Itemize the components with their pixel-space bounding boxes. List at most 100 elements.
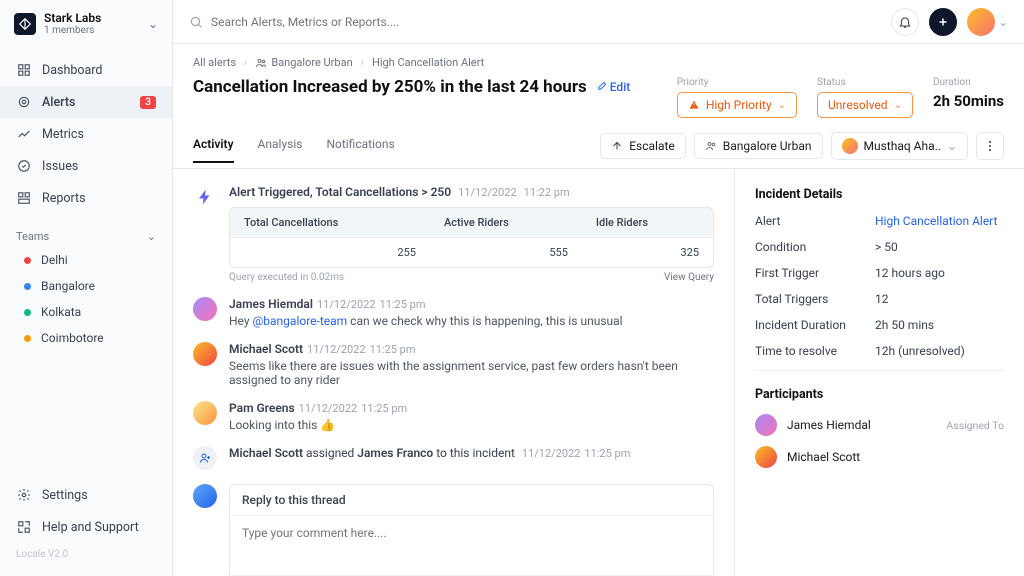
- priority-value: High Priority: [706, 98, 772, 112]
- nav-help[interactable]: Help and Support: [0, 511, 172, 543]
- org-subtitle: 1 members: [44, 25, 101, 36]
- mention-link[interactable]: @bangalore-team: [253, 314, 348, 328]
- team-label: Delhi: [41, 253, 68, 267]
- event-actor: Michael Scott: [229, 446, 303, 460]
- detail-value: 12 hours ago: [875, 266, 1004, 280]
- duration-label: Duration: [933, 77, 1004, 88]
- nav-settings[interactable]: Settings: [0, 479, 172, 511]
- avatar: [193, 297, 217, 321]
- tab-activity[interactable]: Activity: [193, 137, 234, 163]
- nav-issues[interactable]: Issues: [0, 150, 172, 182]
- create-button[interactable]: [929, 8, 957, 36]
- team-value: Bangalore Urban: [723, 139, 812, 153]
- comment-date: 11/12/2022: [307, 343, 366, 356]
- reply-composer: Reply to this thread ☺ SQL Resolve: [229, 484, 714, 576]
- chevron-down-icon: ⌄: [778, 100, 786, 111]
- nav-reports[interactable]: Reports: [0, 182, 172, 214]
- participant-role: Assigned To: [946, 419, 1004, 432]
- comment-time: 11:25 pm: [380, 298, 426, 311]
- profile-menu[interactable]: ⌄: [967, 8, 1008, 36]
- team-kolkata[interactable]: Kolkata: [0, 299, 172, 325]
- team-label: Kolkata: [41, 305, 81, 319]
- table-cell: 255: [230, 238, 430, 268]
- escalate-button[interactable]: Escalate: [600, 133, 686, 159]
- table-header: Active Riders: [430, 208, 582, 238]
- view-query-link[interactable]: View Query: [664, 272, 714, 283]
- user-add-icon: [193, 446, 217, 470]
- page-title: Cancellation Increased by 250% in the la…: [193, 77, 587, 97]
- priority-label: Priority: [677, 77, 797, 88]
- participant-name: James Hiemdal: [787, 418, 871, 432]
- comment-author: James Hiemdal: [229, 297, 313, 311]
- reply-textarea[interactable]: [230, 516, 713, 572]
- comment-author: Pam Greens: [229, 401, 295, 415]
- comment-time: 11:25 pm: [361, 402, 407, 415]
- more-menu-button[interactable]: [976, 132, 1004, 160]
- detail-key: Incident Duration: [755, 318, 875, 332]
- teams-label: Teams: [16, 230, 49, 243]
- edit-title-button[interactable]: Edit: [596, 80, 630, 94]
- avatar: [842, 138, 858, 154]
- tab-notifications[interactable]: Notifications: [326, 137, 394, 163]
- bolt-icon: [193, 185, 217, 209]
- comment-time: 11:25 pm: [370, 343, 416, 356]
- participants-header: Participants: [755, 387, 1004, 402]
- notifications-button[interactable]: [891, 8, 919, 36]
- assignee-value: Musthaq Aha..: [864, 139, 941, 153]
- team-delhi[interactable]: Delhi: [0, 247, 172, 273]
- avatar: [193, 342, 217, 366]
- reports-icon: [16, 190, 32, 206]
- primary-nav: Dashboard Alerts 3 Metrics Issues Report…: [0, 48, 172, 220]
- query-exec-time: Query executed in 0.02ms: [229, 272, 344, 283]
- team-icon: [705, 140, 717, 152]
- chevron-down-icon: ⌄: [947, 139, 957, 153]
- event-date: 11/12/2022: [458, 186, 517, 199]
- issues-icon: [16, 158, 32, 174]
- sidebar: Stark Labs 1 members ⌄ Dashboard Alerts …: [0, 0, 173, 576]
- alert-icon: [16, 94, 32, 110]
- event-title: Alert Triggered, Total Cancellations > 2…: [229, 185, 451, 199]
- table-header: Idle Riders: [582, 208, 713, 238]
- breadcrumb: All alerts › Bangalore Urban › High Canc…: [193, 56, 1004, 69]
- assignee-selector[interactable]: Musthaq Aha.. ⌄: [831, 132, 969, 160]
- breadcrumb-all-alerts[interactable]: All alerts: [193, 56, 236, 69]
- team-bangalore[interactable]: Bangalore: [0, 273, 172, 299]
- team-label: Bangalore: [41, 279, 95, 293]
- chevron-down-icon: ⌄: [998, 15, 1008, 29]
- chevron-down-icon: ⌄: [147, 230, 156, 243]
- breadcrumb-alert[interactable]: High Cancellation Alert: [372, 56, 484, 69]
- teams-header[interactable]: Teams ⌄: [0, 220, 172, 247]
- alert-data-table: Total Cancellations Active Riders Idle R…: [229, 207, 714, 268]
- comment-text: Seems like there are issues with the ass…: [229, 359, 714, 387]
- event-target: James Franco: [357, 446, 433, 460]
- detail-value: 2h 50 mins: [875, 318, 1004, 332]
- topbar: ⌄: [173, 0, 1024, 44]
- version-label: Locale V2.0: [0, 543, 172, 566]
- team-selector[interactable]: Bangalore Urban: [694, 133, 823, 159]
- breadcrumb-team[interactable]: Bangalore Urban: [271, 56, 352, 69]
- incident-details-panel: Incident Details AlertHigh Cancellation …: [734, 169, 1024, 576]
- team-dot-icon: [24, 335, 31, 342]
- search-input[interactable]: [211, 15, 879, 29]
- team-coimbotore[interactable]: Coimbotore: [0, 325, 172, 351]
- nav-metrics[interactable]: Metrics: [0, 118, 172, 150]
- detail-key: First Trigger: [755, 266, 875, 280]
- edit-label: Edit: [610, 80, 630, 94]
- status-selector[interactable]: Unresolved ⌄: [817, 92, 913, 118]
- nav-dashboard[interactable]: Dashboard: [0, 54, 172, 86]
- status-value: Unresolved: [828, 98, 888, 112]
- detail-value: > 50: [875, 240, 1004, 254]
- tab-analysis[interactable]: Analysis: [258, 137, 303, 163]
- team-icon: [255, 57, 267, 69]
- org-logo-icon: [14, 13, 36, 35]
- dashboard-icon: [16, 62, 32, 78]
- activity-feed: Alert Triggered, Total Cancellations > 2…: [173, 169, 734, 576]
- org-switcher[interactable]: Stark Labs 1 members ⌄: [0, 0, 172, 48]
- gear-icon: [16, 487, 32, 503]
- priority-selector[interactable]: High Priority ⌄: [677, 92, 797, 118]
- team-dot-icon: [24, 283, 31, 290]
- detail-alert-link[interactable]: High Cancellation Alert: [875, 214, 1004, 228]
- participant-row: Michael Scott: [755, 446, 1004, 468]
- detail-key: Total Triggers: [755, 292, 875, 306]
- nav-alerts[interactable]: Alerts 3: [0, 86, 172, 118]
